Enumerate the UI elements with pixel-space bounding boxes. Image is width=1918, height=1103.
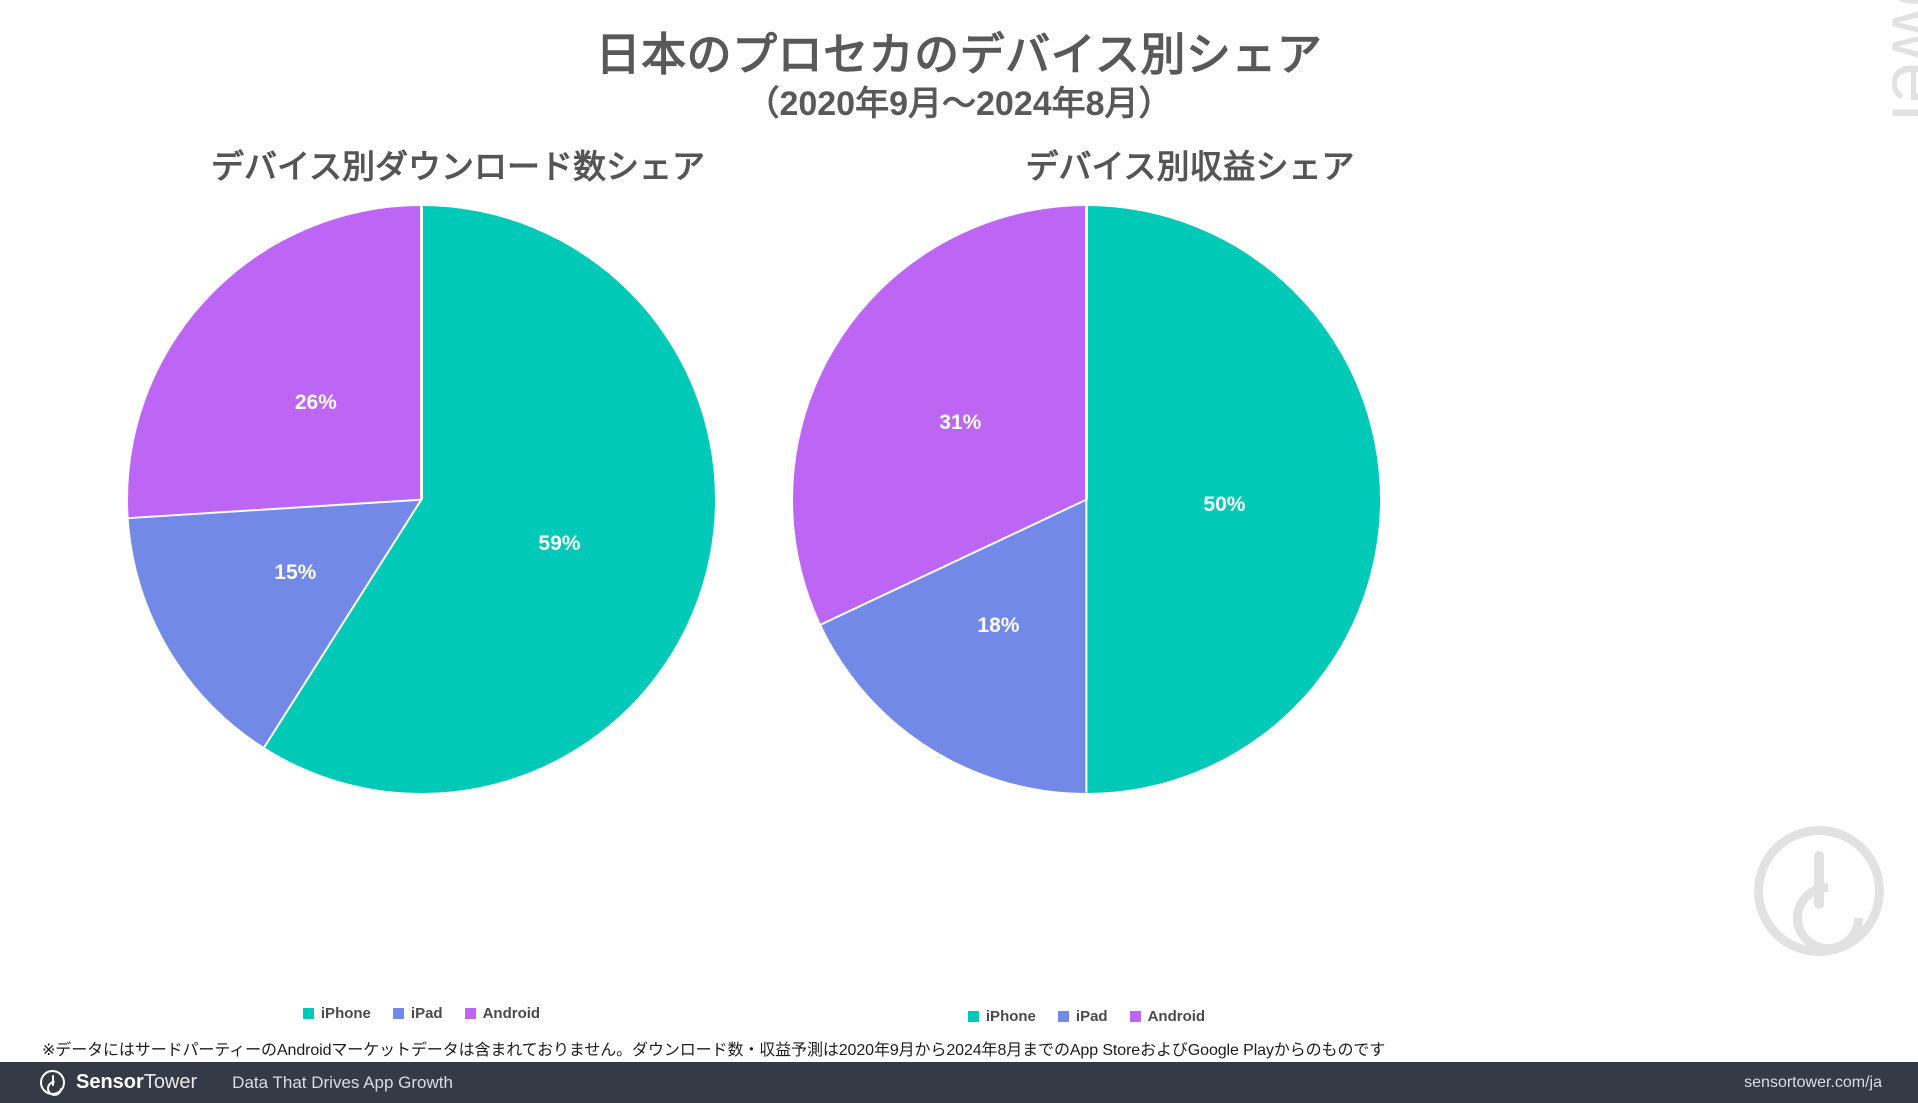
pie-slice-divider: [820, 498, 1088, 626]
legend-swatch-icon: [302, 1007, 314, 1019]
legend-swatch-icon: [392, 1007, 404, 1019]
page-subtitle: （2020年9月〜2024年8月）: [745, 85, 1173, 123]
legend-swatch-icon: [1129, 1010, 1141, 1022]
legend-swatch-icon: [464, 1007, 476, 1019]
legend-swatch-icon: [967, 1010, 979, 1022]
pie-slice-divider: [1085, 206, 1088, 500]
sensortower-logo-icon: [1754, 826, 1884, 956]
pie-chart-downloads: 59% 15% 26%: [128, 206, 715, 793]
footer-brand-light: Tower: [143, 1071, 198, 1093]
legend-label: iPad: [410, 1004, 443, 1022]
legend-label: Android: [1147, 1007, 1206, 1025]
footer-url[interactable]: sensortower.com/ja: [1744, 1074, 1882, 1092]
legend-item-android[interactable]: Android: [464, 1004, 541, 1022]
pie-slice-divider: [420, 206, 423, 500]
pie-chart-revenue: 50% 18% 31%: [793, 206, 1380, 793]
footer-brand: SensorTower: [40, 1070, 197, 1095]
chart-page: SensorTower 日本のプロセカのデバイス別シェア （2020年9月〜20…: [0, 0, 1918, 1103]
legend-item-iphone[interactable]: iPhone: [302, 1004, 371, 1022]
legend-item-android[interactable]: Android: [1129, 1007, 1206, 1025]
legend-item-ipad[interactable]: iPad: [1057, 1007, 1108, 1025]
footnote: ※データにはサードパーティーのAndroidマーケットデータは含まれておりません…: [42, 1042, 1386, 1059]
pie-slice-divider: [1085, 499, 1088, 793]
footer-tagline: Data That Drives App Growth: [232, 1072, 453, 1092]
pie-slice-label-iphone: 50%: [1203, 493, 1246, 517]
chart-title-downloads: デバイス別ダウンロード数シェア: [210, 148, 705, 185]
legend-revenue: iPhone iPad Android: [793, 1005, 1380, 1027]
pie-slice-label-ipad: 18%: [977, 613, 1020, 637]
pie-slice-label-ipad: 15%: [274, 560, 317, 584]
footer-brand-name: SensorTower: [76, 1071, 197, 1094]
legend-label: Android: [482, 1004, 541, 1022]
footer-brand-bold: Sensor: [76, 1071, 144, 1093]
pie-slice-label-iphone: 59%: [538, 531, 581, 555]
legend-label: iPhone: [320, 1004, 371, 1022]
legend-item-iphone[interactable]: iPhone: [967, 1007, 1036, 1025]
pie-slice-divider: [128, 498, 422, 520]
legend-label: iPhone: [985, 1007, 1036, 1025]
legend-downloads: iPhone iPad Android: [128, 1002, 715, 1024]
legend-label: iPad: [1075, 1007, 1108, 1025]
pie-slice-divider: [263, 498, 423, 748]
chart-title-revenue: デバイス別収益シェア: [1025, 148, 1355, 185]
footer-bar: SensorTower Data That Drives App Growth …: [0, 1062, 1918, 1103]
pie-slice-label-android: 26%: [294, 390, 337, 414]
pie-slice-label-android: 31%: [939, 411, 982, 435]
legend-item-ipad[interactable]: iPad: [392, 1004, 443, 1022]
page-title: 日本のプロセカのデバイス別シェア: [595, 29, 1323, 80]
legend-swatch-icon: [1057, 1010, 1069, 1022]
sensortower-logo-icon: [40, 1070, 65, 1095]
